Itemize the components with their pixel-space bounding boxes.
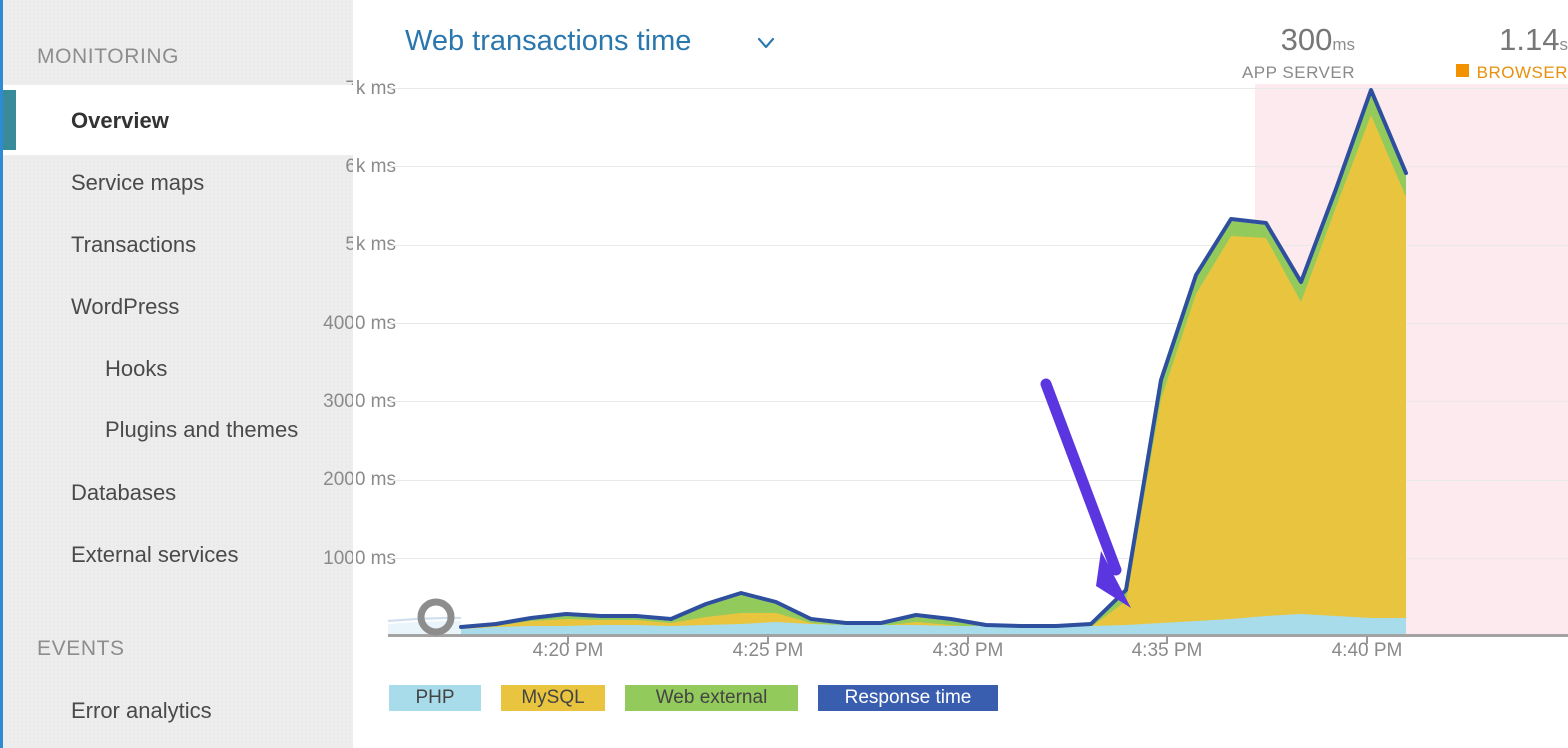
- series-group: [388, 90, 1406, 636]
- chart-svg: [356, 70, 1568, 650]
- x-tick-marks: [568, 636, 1367, 644]
- sidebar-item-label-overview: Overview: [71, 108, 169, 134]
- metric-browser-unit: s: [1560, 35, 1568, 54]
- left-edge-rail: [0, 0, 3, 748]
- sidebar-item-databases[interactable]: Databases: [71, 480, 176, 506]
- nav-gap-bottom: [3, 150, 356, 155]
- sidebar-section-events: EVENTS: [37, 637, 125, 661]
- sidebar-section-monitoring: MONITORING: [37, 45, 179, 69]
- scrub-handle-icon[interactable]: [421, 602, 451, 632]
- sidebar-item-plugins-and-themes[interactable]: Plugins and themes: [105, 417, 298, 443]
- sidebar-item-transactions[interactable]: Transactions: [71, 232, 196, 258]
- metric-browser-value: 1.14: [1499, 22, 1559, 57]
- sidebar-divider: [353, 0, 356, 748]
- metric-app-server-value: 300: [1281, 22, 1333, 57]
- legend-item-response-time[interactable]: Response time: [818, 685, 998, 711]
- main-panel: Web transactions time 300ms APP SERVER 1…: [356, 0, 1568, 748]
- legend-item-mysql[interactable]: MySQL: [501, 685, 605, 711]
- sidebar-item-hooks[interactable]: Hooks: [105, 356, 167, 382]
- sidebar-item-error-analytics[interactable]: Error analytics: [71, 698, 212, 724]
- sidebar-item-external-services[interactable]: External services: [71, 542, 239, 568]
- sidebar-item-wordpress[interactable]: WordPress: [71, 294, 179, 320]
- active-accent-bar: [3, 90, 16, 150]
- sidebar-item-service-maps[interactable]: Service maps: [71, 170, 204, 196]
- chart-plot-area[interactable]: 7k ms 6k ms 5k ms 4000 ms 3000 ms 2000 m…: [356, 70, 1568, 650]
- legend-item-web-external[interactable]: Web external: [625, 685, 798, 711]
- annotation-arrow: [1046, 384, 1131, 608]
- legend-item-php[interactable]: PHP: [389, 685, 481, 711]
- metric-app-server-unit: ms: [1332, 35, 1355, 54]
- app-root: MONITORING Overview Service maps Transac…: [0, 0, 1568, 748]
- sidebar: MONITORING Overview Service maps Transac…: [0, 0, 356, 748]
- chevron-down-icon[interactable]: [755, 32, 777, 54]
- sidebar-item-overview[interactable]: Overview: [3, 90, 356, 150]
- page-title[interactable]: Web transactions time: [405, 25, 691, 58]
